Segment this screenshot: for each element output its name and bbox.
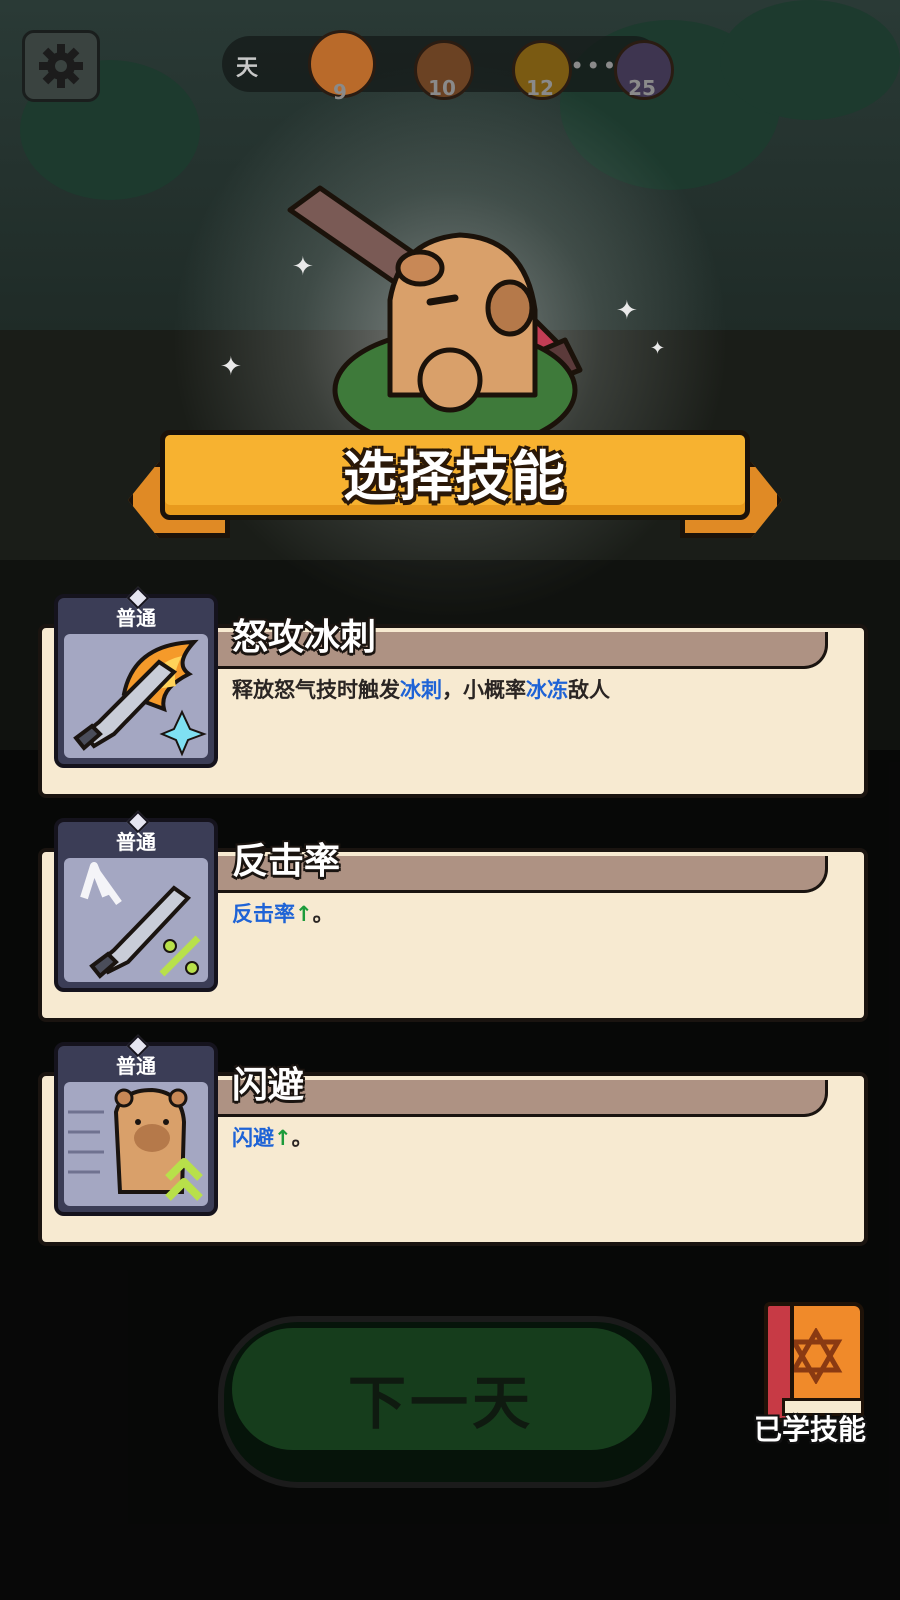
counter-sword-percent-icon xyxy=(80,862,201,979)
capybara-hero-sprite xyxy=(287,185,583,440)
skill-name: 闪避 xyxy=(232,1065,305,1106)
skill-name: 反击率 xyxy=(232,841,341,882)
settings-button[interactable] xyxy=(22,30,100,102)
page-title: 选择技能 xyxy=(343,445,567,508)
skill-tier-label: 普通 xyxy=(116,830,156,854)
skill-tier-label: 普通 xyxy=(116,606,156,630)
stage-number: 25 xyxy=(628,76,656,100)
sparkle-icon: ✦ xyxy=(292,252,314,282)
skill-tier-label: 普通 xyxy=(116,1054,156,1078)
up-arrow-icon: ↑ xyxy=(295,902,313,926)
skill-icon-tile: 普通 xyxy=(54,810,218,992)
skill-name: 怒攻冰刺 xyxy=(232,617,377,658)
skill-keyword: 闪避 xyxy=(232,1126,274,1150)
dodging-capybara-icon xyxy=(68,1087,203,1201)
up-arrow-icon: ↑ xyxy=(274,1126,292,1150)
stage-number-current: 9 xyxy=(333,80,347,104)
skill-keyword: 反击率 xyxy=(232,902,295,926)
sparkle-icon: ✦ xyxy=(650,338,666,359)
flaming-sword-ice-icon xyxy=(73,639,207,757)
skill-description: 释放怒气技时触发冰刺，小概率冰冻敌人 xyxy=(232,678,610,702)
stage-number: 10 xyxy=(428,76,456,100)
skill-icon-tile: 普通 xyxy=(54,1034,218,1216)
learned-skills-label[interactable]: 已学技能 xyxy=(740,1408,880,1448)
skill-keyword: 冰冻 xyxy=(526,678,568,702)
skill-description: 闪避↑。 xyxy=(232,1126,313,1150)
next-day-label[interactable]: 下一天 xyxy=(218,1356,664,1440)
skill-keyword: 冰刺 xyxy=(400,678,442,702)
stage-number: 12 xyxy=(526,76,554,100)
game-screen: ✦ ✦ ✦ ✦ 天 9 10 12 ••• 25 选择技能 怒攻冰刺 释放怒气技… xyxy=(0,0,900,1600)
sparkle-icon: ✦ xyxy=(616,296,638,326)
skill-icon-tile: 普通 xyxy=(54,586,218,768)
sparkle-icon: ✦ xyxy=(220,352,242,382)
day-label: 天 xyxy=(236,56,259,81)
gear-icon xyxy=(39,44,83,88)
star-of-david-icon xyxy=(789,1328,843,1384)
skill-description: 反击率↑。 xyxy=(232,902,334,926)
